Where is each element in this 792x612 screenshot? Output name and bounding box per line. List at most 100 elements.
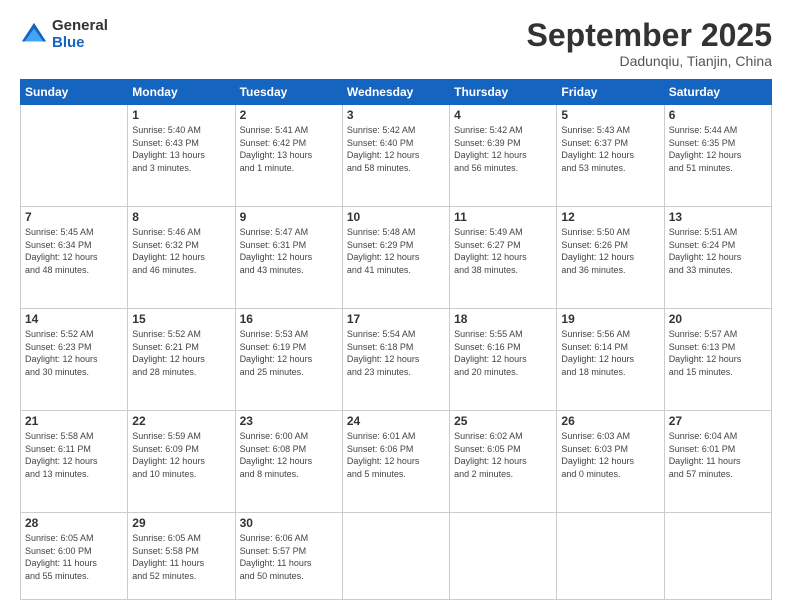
location-subtitle: Dadunqiu, Tianjin, China bbox=[527, 53, 772, 69]
day-info: Sunrise: 5:41 AM Sunset: 6:42 PM Dayligh… bbox=[240, 124, 338, 174]
day-number: 18 bbox=[454, 312, 552, 326]
logo-blue-text: Blue bbox=[52, 35, 108, 52]
month-title: September 2025 bbox=[527, 18, 772, 53]
table-row: 4 Sunrise: 5:42 AM Sunset: 6:39 PM Daylig… bbox=[450, 105, 557, 207]
table-row: 2 Sunrise: 5:41 AM Sunset: 6:42 PM Daylig… bbox=[235, 105, 342, 207]
day-number: 11 bbox=[454, 210, 552, 224]
table-row: 1 Sunrise: 5:40 AM Sunset: 6:43 PM Daylig… bbox=[128, 105, 235, 207]
table-row: 9Sunrise: 5:47 AM Sunset: 6:31 PM Daylig… bbox=[235, 207, 342, 309]
day-info: Sunrise: 5:42 AM Sunset: 6:39 PM Dayligh… bbox=[454, 124, 552, 174]
calendar-week-row: 28Sunrise: 6:05 AM Sunset: 6:00 PM Dayli… bbox=[21, 513, 772, 600]
calendar-table: Sunday Monday Tuesday Wednesday Thursday… bbox=[20, 79, 772, 600]
day-info: Sunrise: 6:06 AM Sunset: 5:57 PM Dayligh… bbox=[240, 532, 338, 582]
day-number: 27 bbox=[669, 414, 767, 428]
logo: General Blue bbox=[20, 18, 108, 51]
table-row: 15 Sunrise: 5:52 AM Sunset: 6:21 PM Dayli… bbox=[128, 309, 235, 411]
day-info: Sunrise: 6:05 AM Sunset: 6:00 PM Dayligh… bbox=[25, 532, 123, 582]
day-info: Sunrise: 6:02 AM Sunset: 6:05 PM Dayligh… bbox=[454, 430, 552, 480]
header-monday: Monday bbox=[128, 80, 235, 105]
day-info: Sunrise: 6:05 AM Sunset: 5:58 PM Dayligh… bbox=[132, 532, 230, 582]
table-row: 7 Sunrise: 5:45 AM Sunset: 6:34 PM Daylig… bbox=[21, 207, 128, 309]
table-row: 24Sunrise: 6:01 AM Sunset: 6:06 PM Dayli… bbox=[342, 411, 449, 513]
day-info: Sunrise: 5:48 AM Sunset: 6:29 PM Dayligh… bbox=[347, 226, 445, 276]
page: General Blue September 2025 Dadunqiu, Ti… bbox=[0, 0, 792, 612]
table-row: 25 Sunrise: 6:02 AM Sunset: 6:05 PM Dayli… bbox=[450, 411, 557, 513]
header-saturday: Saturday bbox=[664, 80, 771, 105]
table-row bbox=[342, 513, 449, 600]
day-info: Sunrise: 5:50 AM Sunset: 6:26 PM Dayligh… bbox=[561, 226, 659, 276]
calendar-week-row: 1 Sunrise: 5:40 AM Sunset: 6:43 PM Daylig… bbox=[21, 105, 772, 207]
day-number: 17 bbox=[347, 312, 445, 326]
header: General Blue September 2025 Dadunqiu, Ti… bbox=[20, 18, 772, 69]
table-row: 29 Sunrise: 6:05 AM Sunset: 5:58 PM Dayli… bbox=[128, 513, 235, 600]
calendar-week-row: 21Sunrise: 5:58 AM Sunset: 6:11 PM Dayli… bbox=[21, 411, 772, 513]
day-number: 14 bbox=[25, 312, 123, 326]
table-row: 23Sunrise: 6:00 AM Sunset: 6:08 PM Dayli… bbox=[235, 411, 342, 513]
day-number: 2 bbox=[240, 108, 338, 122]
table-row: 26 Sunrise: 6:03 AM Sunset: 6:03 PM Dayli… bbox=[557, 411, 664, 513]
day-number: 22 bbox=[132, 414, 230, 428]
table-row: 14 Sunrise: 5:52 AM Sunset: 6:23 PM Dayli… bbox=[21, 309, 128, 411]
day-number: 23 bbox=[240, 414, 338, 428]
table-row bbox=[664, 513, 771, 600]
day-number: 29 bbox=[132, 516, 230, 530]
day-number: 5 bbox=[561, 108, 659, 122]
table-row bbox=[450, 513, 557, 600]
logo-general-text: General bbox=[52, 18, 108, 35]
day-info: Sunrise: 5:52 AM Sunset: 6:23 PM Dayligh… bbox=[25, 328, 123, 378]
table-row: 20 Sunrise: 5:57 AM Sunset: 6:13 PM Dayli… bbox=[664, 309, 771, 411]
day-info: Sunrise: 5:56 AM Sunset: 6:14 PM Dayligh… bbox=[561, 328, 659, 378]
day-number: 13 bbox=[669, 210, 767, 224]
day-info: Sunrise: 5:51 AM Sunset: 6:24 PM Dayligh… bbox=[669, 226, 767, 276]
table-row: 19 Sunrise: 5:56 AM Sunset: 6:14 PM Dayli… bbox=[557, 309, 664, 411]
day-info: Sunrise: 5:45 AM Sunset: 6:34 PM Dayligh… bbox=[25, 226, 123, 276]
title-block: September 2025 Dadunqiu, Tianjin, China bbox=[527, 18, 772, 69]
day-number: 4 bbox=[454, 108, 552, 122]
table-row bbox=[557, 513, 664, 600]
day-number: 7 bbox=[25, 210, 123, 224]
table-row: 13 Sunrise: 5:51 AM Sunset: 6:24 PM Dayli… bbox=[664, 207, 771, 309]
header-thursday: Thursday bbox=[450, 80, 557, 105]
day-number: 9 bbox=[240, 210, 338, 224]
header-wednesday: Wednesday bbox=[342, 80, 449, 105]
day-info: Sunrise: 5:54 AM Sunset: 6:18 PM Dayligh… bbox=[347, 328, 445, 378]
table-row: 28Sunrise: 6:05 AM Sunset: 6:00 PM Dayli… bbox=[21, 513, 128, 600]
day-number: 8 bbox=[132, 210, 230, 224]
day-number: 24 bbox=[347, 414, 445, 428]
day-number: 12 bbox=[561, 210, 659, 224]
table-row: 18Sunrise: 5:55 AM Sunset: 6:16 PM Dayli… bbox=[450, 309, 557, 411]
day-info: Sunrise: 6:03 AM Sunset: 6:03 PM Dayligh… bbox=[561, 430, 659, 480]
calendar-week-row: 7 Sunrise: 5:45 AM Sunset: 6:34 PM Daylig… bbox=[21, 207, 772, 309]
day-number: 25 bbox=[454, 414, 552, 428]
day-info: Sunrise: 5:49 AM Sunset: 6:27 PM Dayligh… bbox=[454, 226, 552, 276]
table-row: 11 Sunrise: 5:49 AM Sunset: 6:27 PM Dayli… bbox=[450, 207, 557, 309]
day-info: Sunrise: 5:43 AM Sunset: 6:37 PM Dayligh… bbox=[561, 124, 659, 174]
table-row: 8Sunrise: 5:46 AM Sunset: 6:32 PM Daylig… bbox=[128, 207, 235, 309]
day-info: Sunrise: 5:40 AM Sunset: 6:43 PM Dayligh… bbox=[132, 124, 230, 174]
header-sunday: Sunday bbox=[21, 80, 128, 105]
table-row: 3Sunrise: 5:42 AM Sunset: 6:40 PM Daylig… bbox=[342, 105, 449, 207]
header-tuesday: Tuesday bbox=[235, 80, 342, 105]
table-row: 17 Sunrise: 5:54 AM Sunset: 6:18 PM Dayli… bbox=[342, 309, 449, 411]
day-number: 26 bbox=[561, 414, 659, 428]
header-friday: Friday bbox=[557, 80, 664, 105]
day-info: Sunrise: 5:58 AM Sunset: 6:11 PM Dayligh… bbox=[25, 430, 123, 480]
table-row: 6Sunrise: 5:44 AM Sunset: 6:35 PM Daylig… bbox=[664, 105, 771, 207]
day-number: 20 bbox=[669, 312, 767, 326]
calendar-week-row: 14 Sunrise: 5:52 AM Sunset: 6:23 PM Dayli… bbox=[21, 309, 772, 411]
day-info: Sunrise: 5:52 AM Sunset: 6:21 PM Dayligh… bbox=[132, 328, 230, 378]
day-number: 19 bbox=[561, 312, 659, 326]
day-number: 6 bbox=[669, 108, 767, 122]
table-row: 22Sunrise: 5:59 AM Sunset: 6:09 PM Dayli… bbox=[128, 411, 235, 513]
table-row: 10Sunrise: 5:48 AM Sunset: 6:29 PM Dayli… bbox=[342, 207, 449, 309]
weekday-header-row: Sunday Monday Tuesday Wednesday Thursday… bbox=[21, 80, 772, 105]
table-row: 21Sunrise: 5:58 AM Sunset: 6:11 PM Dayli… bbox=[21, 411, 128, 513]
day-info: Sunrise: 6:04 AM Sunset: 6:01 PM Dayligh… bbox=[669, 430, 767, 480]
table-row: 16Sunrise: 5:53 AM Sunset: 6:19 PM Dayli… bbox=[235, 309, 342, 411]
day-number: 15 bbox=[132, 312, 230, 326]
day-number: 3 bbox=[347, 108, 445, 122]
day-number: 1 bbox=[132, 108, 230, 122]
day-info: Sunrise: 5:57 AM Sunset: 6:13 PM Dayligh… bbox=[669, 328, 767, 378]
table-row: 27 Sunrise: 6:04 AM Sunset: 6:01 PM Dayli… bbox=[664, 411, 771, 513]
day-number: 16 bbox=[240, 312, 338, 326]
